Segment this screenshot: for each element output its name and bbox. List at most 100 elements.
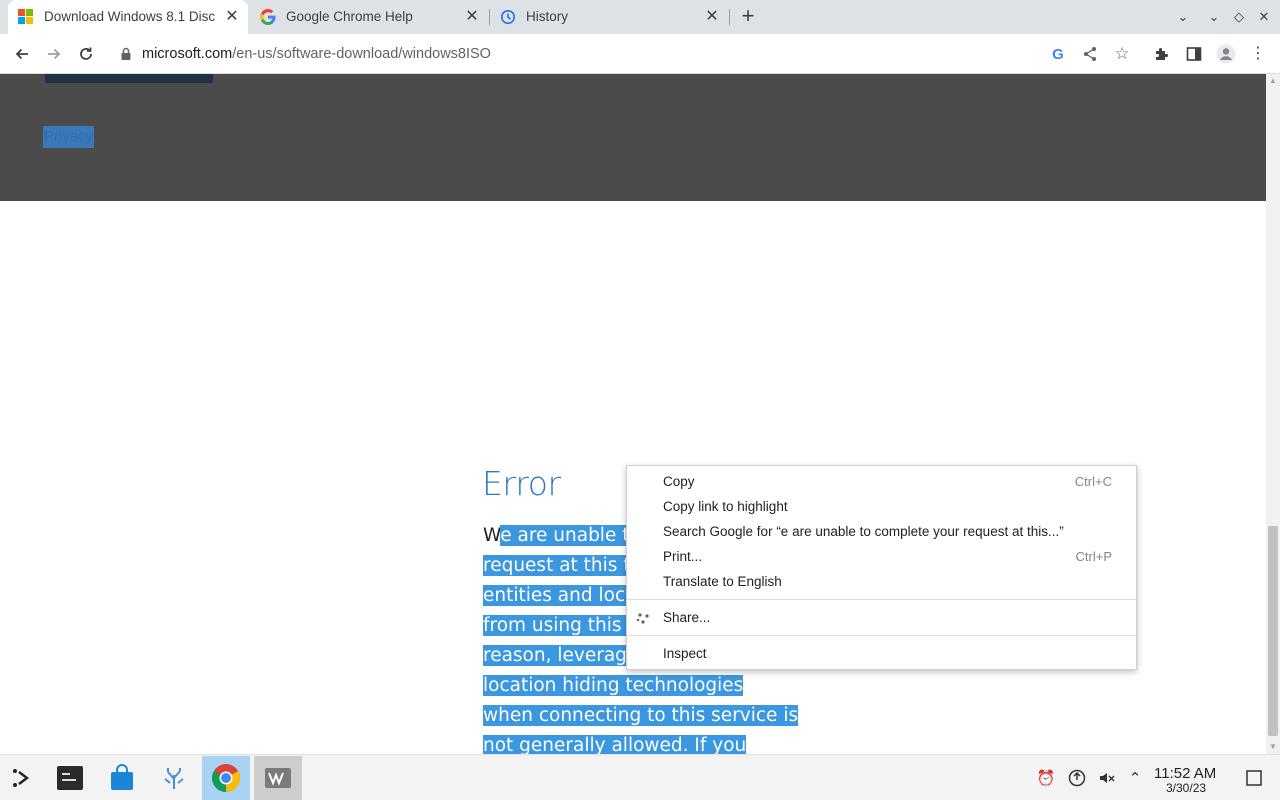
microsoft-logo-icon: [18, 9, 34, 25]
reload-icon: [80, 47, 92, 60]
scroll-up-arrow-icon[interactable]: ▲: [1266, 76, 1280, 86]
kebab-menu-icon: ⋮: [1250, 45, 1266, 62]
tab-title: Download Windows 8.1 Disc Image (ISO Fil…: [44, 9, 218, 24]
forward-button[interactable]: [42, 42, 66, 66]
terminal-icon: [57, 766, 83, 790]
chevron-up-icon[interactable]: ⌃: [1125, 768, 1145, 788]
selected-text: request at this ti: [483, 555, 636, 576]
chrome-taskbar-button[interactable]: [202, 756, 250, 800]
menu-separator: [627, 635, 1136, 636]
selected-text: when connecting to this service is: [483, 705, 799, 726]
url-path: /en-us/software-download/windows8ISO: [232, 46, 491, 62]
tab-google-chrome-help[interactable]: Google Chrome Help ✕: [250, 0, 488, 34]
menu-item-label: Copy: [663, 474, 695, 489]
network-icon[interactable]: [1067, 768, 1087, 788]
extensions-button[interactable]: [1150, 42, 1174, 66]
tab-history[interactable]: History ✕: [490, 0, 728, 34]
bookmark-button[interactable]: ☆: [1110, 42, 1134, 66]
new-tab-button[interactable]: +: [738, 5, 758, 27]
menu-item-search-google[interactable]: Search Google for “e are unable to compl…: [627, 520, 1136, 545]
menu-item-copy[interactable]: Copy Ctrl+C: [627, 470, 1136, 495]
menu-button[interactable]: ⋮: [1246, 42, 1270, 66]
clock-date[interactable]: 3/30/23: [1166, 781, 1206, 795]
vm-taskbar-button[interactable]: [254, 756, 302, 800]
error-line: when connecting to this service is: [483, 701, 803, 731]
tab-download-windows[interactable]: Download Windows 8.1 Disc Image (ISO Fil…: [8, 0, 248, 34]
maximize-icon[interactable]: ◇: [1231, 9, 1247, 25]
share-button[interactable]: [1078, 42, 1102, 66]
arrow-right-icon: [48, 48, 61, 60]
google-lens-button[interactable]: G: [1046, 42, 1070, 66]
reload-button[interactable]: [74, 42, 98, 66]
page-scrollbar[interactable]: ▲ ▼: [1266, 74, 1280, 754]
star-icon: ☆: [1114, 44, 1130, 63]
notifications-icon[interactable]: [1244, 768, 1264, 788]
app-button[interactable]: [157, 761, 191, 795]
menu-item-label: Print...: [663, 549, 703, 564]
browser-toolbar: microsoft.com/en-us/software-download/wi…: [0, 34, 1280, 74]
google-g-icon: [260, 9, 276, 25]
minimize-icon[interactable]: ⌄: [1206, 9, 1222, 25]
store-bag-icon: [111, 764, 133, 790]
close-tab-icon[interactable]: ✕: [464, 9, 480, 25]
selected-text: from using this s: [483, 615, 638, 636]
menu-separator: [627, 599, 1136, 600]
terminal-button[interactable]: [53, 761, 87, 795]
scroll-down-arrow-icon[interactable]: ▼: [1266, 742, 1280, 752]
share-icon: [1084, 47, 1096, 61]
notification-square-icon: [1246, 770, 1262, 786]
scroll-thumb[interactable]: [1268, 526, 1278, 736]
side-panel-button[interactable]: [1182, 42, 1206, 66]
tab-search-icon[interactable]: ⌄: [1175, 9, 1191, 25]
network-globe-icon: [1068, 769, 1086, 787]
error-first-char: W: [483, 525, 501, 546]
speaker-mute-icon: [1100, 773, 1115, 783]
clock-time[interactable]: 11:52 AM: [1154, 765, 1216, 782]
google-g-icon: G: [1052, 45, 1064, 63]
tab-title: History: [526, 9, 569, 24]
alarm-icon[interactable]: ⏰: [1036, 768, 1056, 788]
menu-item-label: Search Google for “e are unable to compl…: [663, 524, 1064, 539]
context-menu: Copy Ctrl+C Copy link to highlight Searc…: [626, 465, 1137, 670]
share-icon: [636, 613, 649, 624]
footer-button[interactable]: [45, 74, 213, 83]
menu-item-share[interactable]: Share...: [627, 606, 1136, 631]
footer-band: Privacy: [0, 74, 1266, 201]
avatar-icon: [1216, 44, 1236, 64]
selected-text: not generally allowed. If you: [483, 735, 747, 754]
menu-item-copy-link-to-highlight[interactable]: Copy link to highlight: [627, 495, 1136, 520]
error-heading: Error: [482, 464, 561, 503]
address-bar[interactable]: microsoft.com/en-us/software-download/wi…: [110, 39, 1140, 69]
close-tab-icon[interactable]: ✕: [704, 9, 720, 25]
menu-item-translate[interactable]: Translate to English: [627, 570, 1136, 595]
selected-text: e are unable to: [500, 525, 641, 546]
back-button[interactable]: [10, 42, 34, 66]
selected-text: entities and loca: [483, 585, 637, 606]
menu-item-inspect[interactable]: Inspect: [627, 642, 1136, 667]
menu-item-label: Translate to English: [663, 574, 782, 589]
menu-item-label: Share...: [663, 610, 711, 625]
volume-muted-icon[interactable]: [1097, 768, 1117, 788]
menu-item-label: Inspect: [663, 646, 707, 661]
error-line: location hiding technologies: [483, 671, 803, 701]
url-text[interactable]: microsoft.com/en-us/software-download/wi…: [142, 46, 491, 62]
menu-item-label: Copy link to highlight: [663, 499, 788, 514]
error-line: not generally allowed. If you: [483, 731, 803, 754]
menu-item-shortcut: Ctrl+C: [1074, 474, 1112, 489]
lock-icon[interactable]: [120, 47, 132, 61]
chrome-icon: [212, 764, 240, 792]
launcher-button[interactable]: [5, 761, 39, 795]
history-clock-icon: [501, 10, 515, 24]
close-window-icon[interactable]: ✕: [1256, 9, 1272, 25]
close-tab-icon[interactable]: ✕: [224, 9, 240, 25]
taskbar: ⏰ ⌃ 11:52 AM 3/30/23: [0, 754, 1280, 800]
privacy-link[interactable]: Privacy: [43, 126, 95, 148]
vm-app-icon: [265, 768, 291, 788]
menu-item-print[interactable]: Print... Ctrl+P: [627, 545, 1136, 570]
tab-strip: Download Windows 8.1 Disc Image (ISO Fil…: [0, 0, 1280, 34]
side-panel-icon: [1186, 47, 1202, 61]
menu-item-shortcut: Ctrl+P: [1075, 549, 1112, 564]
store-button[interactable]: [105, 761, 139, 795]
profile-button[interactable]: [1214, 42, 1238, 66]
selected-text: location hiding technologies: [483, 675, 744, 696]
